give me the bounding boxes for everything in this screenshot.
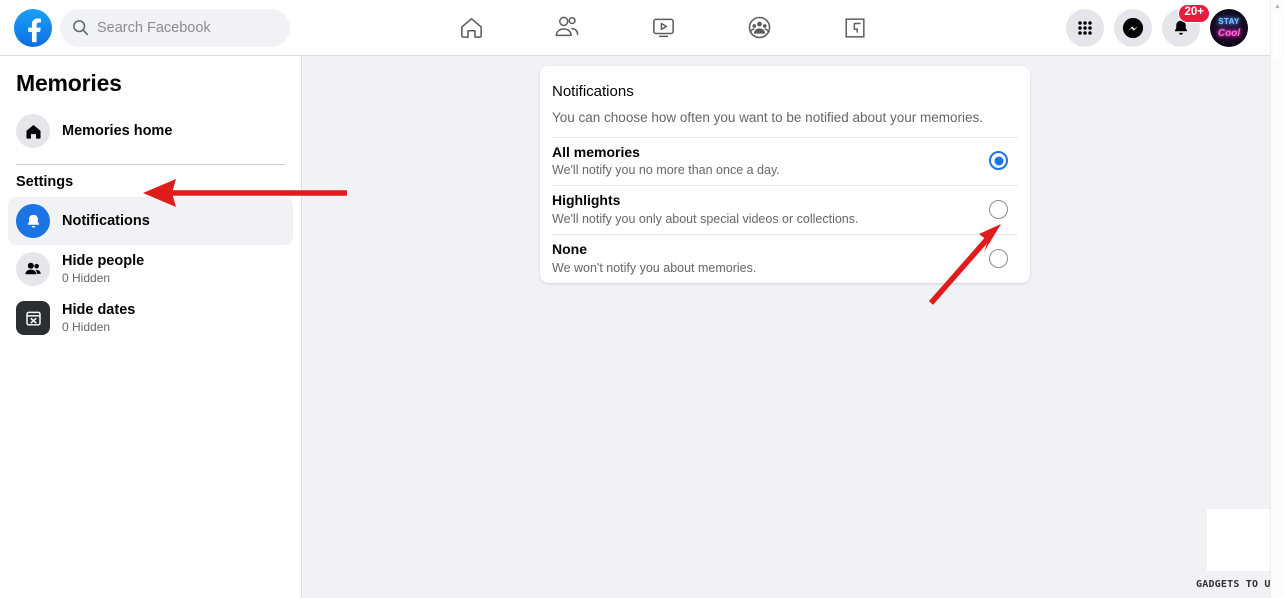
option-label: Highlights [552,192,621,209]
notifications-bell-icon[interactable]: 20+ [1162,3,1210,47]
header-right-group: 20+ STAY Cool [1066,3,1270,47]
sidebar-item-hide-dates-text: Hide dates 0 Hidden [62,301,135,336]
nav-groups-icon[interactable] [737,8,781,48]
main-content-area: Notifications You can choose how often y… [302,56,1270,598]
sidebar-item-label: Notifications [62,212,150,229]
sidebar-item-label: Hide people [62,253,145,269]
card-description: You can choose how often you want to be … [552,110,984,125]
notifications-badge: 20+ [1178,3,1210,23]
scrollbar-thumb[interactable] [1273,13,1282,59]
avatar[interactable]: STAY Cool [1210,8,1248,47]
nav-friends-icon[interactable] [545,8,589,48]
sidebar-item-sublabel: 0 Hidden [62,319,111,334]
calendar-x-icon [16,301,50,336]
sidebar-item-hide-people-text: Hide people 0 Hidden [62,252,144,287]
nav-watch-icon[interactable] [641,8,685,48]
sidebar-item-notifications[interactable]: Notifications [8,197,293,245]
option-label: All memories [552,143,640,160]
radio-none[interactable] [989,248,1008,268]
avatar-text-top: STAY [1218,16,1240,26]
search-placeholder-text: Search Facebook [97,19,211,36]
nav-gaming-icon[interactable] [833,8,877,48]
option-row-highlights[interactable]: Highlights We'll notify you only about s… [552,185,1018,234]
sidebar-divider [16,164,285,165]
nav-home-icon[interactable] [449,8,493,48]
facebook-memories-settings-page: Search Facebook 20+ STAY Cool Memories M… [0,0,1284,598]
messenger-icon[interactable] [1114,8,1152,47]
avatar-text-bottom: Cool [1217,27,1241,39]
page-scrollbar[interactable]: ▲ [1270,0,1284,598]
option-sublabel: We'll notify you only about special vide… [552,212,859,227]
sidebar-item-label: Memories home [62,122,173,139]
card-title: Notifications [552,83,634,100]
option-label: None [552,241,587,258]
sidebar-item-memories-home[interactable]: Memories home [8,107,293,155]
option-row-all-memories[interactable]: All memories We'll notify you no more th… [552,136,1018,186]
top-navigation-bar: Search Facebook 20+ STAY Cool [0,0,1270,56]
option-text-highlights: Highlights We'll notify you only about s… [552,191,858,228]
notifications-settings-card: Notifications You can choose how often y… [540,66,1030,283]
sidebar-item-notifications-text: Notifications [62,212,150,230]
radio-all-memories[interactable] [989,151,1008,171]
search-icon [73,20,89,36]
page-title: Memories [16,70,122,96]
header-nav-tabs [260,8,1066,48]
sidebar-section-settings: Settings [16,174,74,190]
sidebar-item-hide-dates[interactable]: Hide dates 0 Hidden [8,294,293,343]
sidebar-item-memories-home-text: Memories home [62,122,172,140]
house-icon [16,114,50,148]
memories-sidebar: Memories Memories home Settings Notifica… [0,56,302,598]
grid-menu-icon[interactable] [1066,8,1104,47]
sidebar-item-sublabel: 0 Hidden [62,271,111,286]
header-left-group: Search Facebook [0,8,290,47]
option-sublabel: We'll notify you no more than once a day… [552,163,780,178]
search-input[interactable]: Search Facebook [60,8,290,47]
option-text-none: None We won't notify you about memories. [552,240,756,277]
sidebar-item-hide-people[interactable]: Hide people 0 Hidden [8,245,293,294]
option-sublabel: We won't notify you about memories. [552,260,757,275]
watermark-panel [1207,509,1277,571]
sidebar-item-label: Hide dates [62,301,136,318]
facebook-logo-icon[interactable] [14,8,52,47]
option-text-all-memories: All memories We'll notify you no more th… [552,143,780,180]
people-icon [16,252,50,287]
option-row-none[interactable]: None We won't notify you about memories. [552,234,1018,283]
radio-highlights[interactable] [989,200,1008,220]
bell-icon [16,204,50,238]
chevron-up-icon[interactable]: ▲ [1271,3,1284,10]
